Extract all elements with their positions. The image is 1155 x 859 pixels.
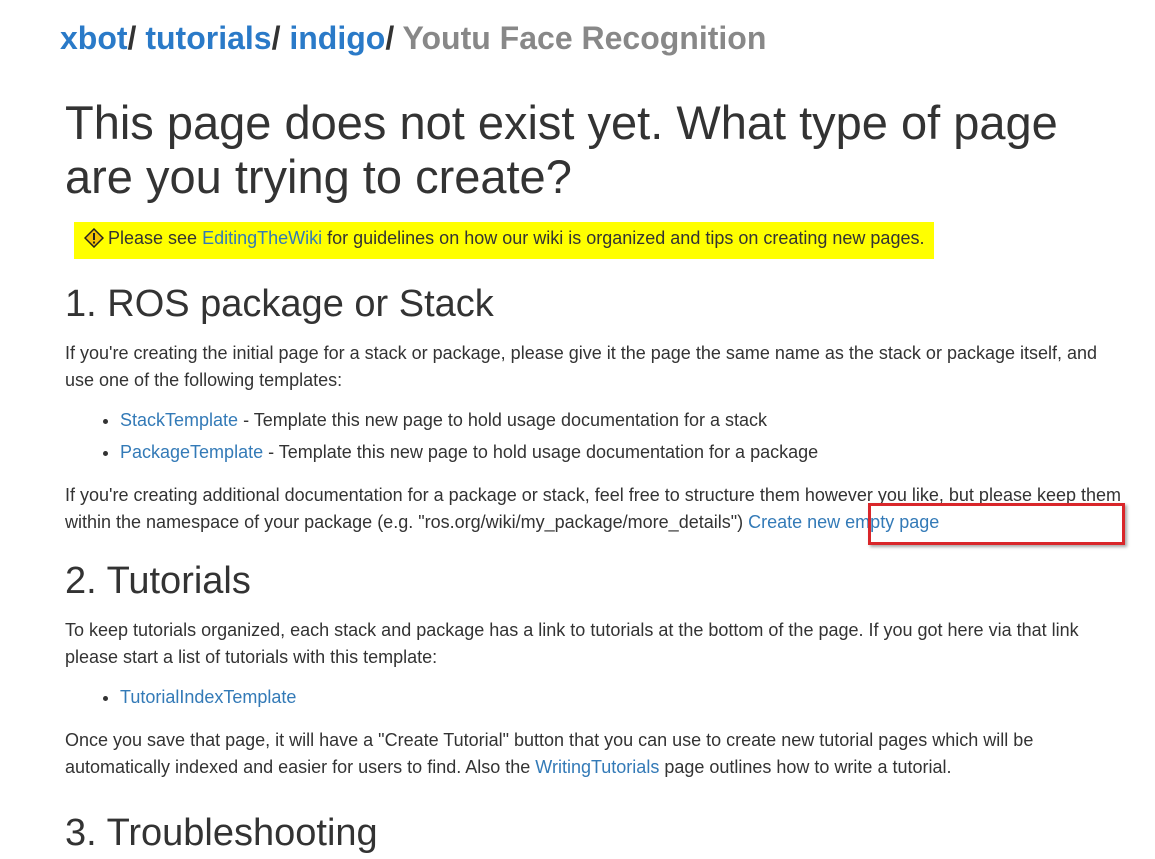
breadcrumb-link-indigo[interactable]: indigo	[289, 20, 385, 56]
section-ros-additional: If you're creating additional documentat…	[65, 482, 1125, 536]
stack-template-link[interactable]: StackTemplate	[120, 410, 238, 430]
package-template-desc: - Template this new page to hold usage d…	[263, 442, 819, 462]
breadcrumb-separator: /	[271, 20, 281, 56]
section-heading-ros: 1. ROS package or Stack	[65, 283, 494, 325]
editing-notice: Please see EditingTheWiki for guidelines…	[74, 222, 935, 259]
section-tutorials-intro: To keep tutorials organized, each stack …	[65, 620, 1079, 667]
breadcrumb: xbot/ tutorials/ indigo/ Youtu Face Reco…	[60, 20, 766, 57]
page-title: This page does not exist yet. What type …	[65, 96, 1058, 203]
tutorials-outro-after: page outlines how to write a tutorial.	[659, 757, 952, 777]
create-new-empty-page-link[interactable]: Create new empty page	[748, 512, 939, 532]
section-heading-troubleshooting: 3. Troubleshooting	[65, 812, 378, 854]
tutorial-template-list: TutorialIndexTemplate	[65, 681, 1125, 713]
tutorial-index-template-link[interactable]: TutorialIndexTemplate	[120, 687, 296, 707]
notice-text-after: for guidelines on how our wiki is organi…	[322, 228, 925, 248]
breadcrumb-current-page: Youtu Face Recognition	[402, 20, 767, 56]
breadcrumb-link-tutorials[interactable]: tutorials	[145, 20, 271, 56]
list-item: StackTemplate - Template this new page t…	[120, 404, 1125, 436]
list-item: TutorialIndexTemplate	[120, 681, 1125, 713]
breadcrumb-separator: /	[385, 20, 395, 56]
writing-tutorials-link[interactable]: WritingTutorials	[535, 757, 659, 777]
stack-template-desc: - Template this new page to hold usage d…	[238, 410, 768, 430]
list-item: PackageTemplate - Template this new page…	[120, 436, 1125, 468]
breadcrumb-link-xbot[interactable]: xbot	[60, 20, 128, 56]
notice-text-before: Please see	[108, 228, 203, 248]
breadcrumb-separator: /	[127, 20, 137, 56]
section-tutorials-outro: Once you save that page, it will have a …	[65, 727, 1125, 781]
additional-docs-text: If you're creating additional documentat…	[65, 485, 1122, 532]
section-ros-intro: If you're creating the initial page for …	[65, 343, 1098, 390]
main-content: This page does not exist yet. What type …	[65, 96, 1125, 855]
package-template-link[interactable]: PackageTemplate	[120, 442, 263, 462]
section-heading-tutorials: 2. Tutorials	[65, 560, 251, 602]
warning-icon	[83, 227, 105, 253]
ros-template-list: StackTemplate - Template this new page t…	[65, 404, 1125, 468]
editing-the-wiki-link[interactable]: EditingTheWiki	[202, 228, 322, 248]
